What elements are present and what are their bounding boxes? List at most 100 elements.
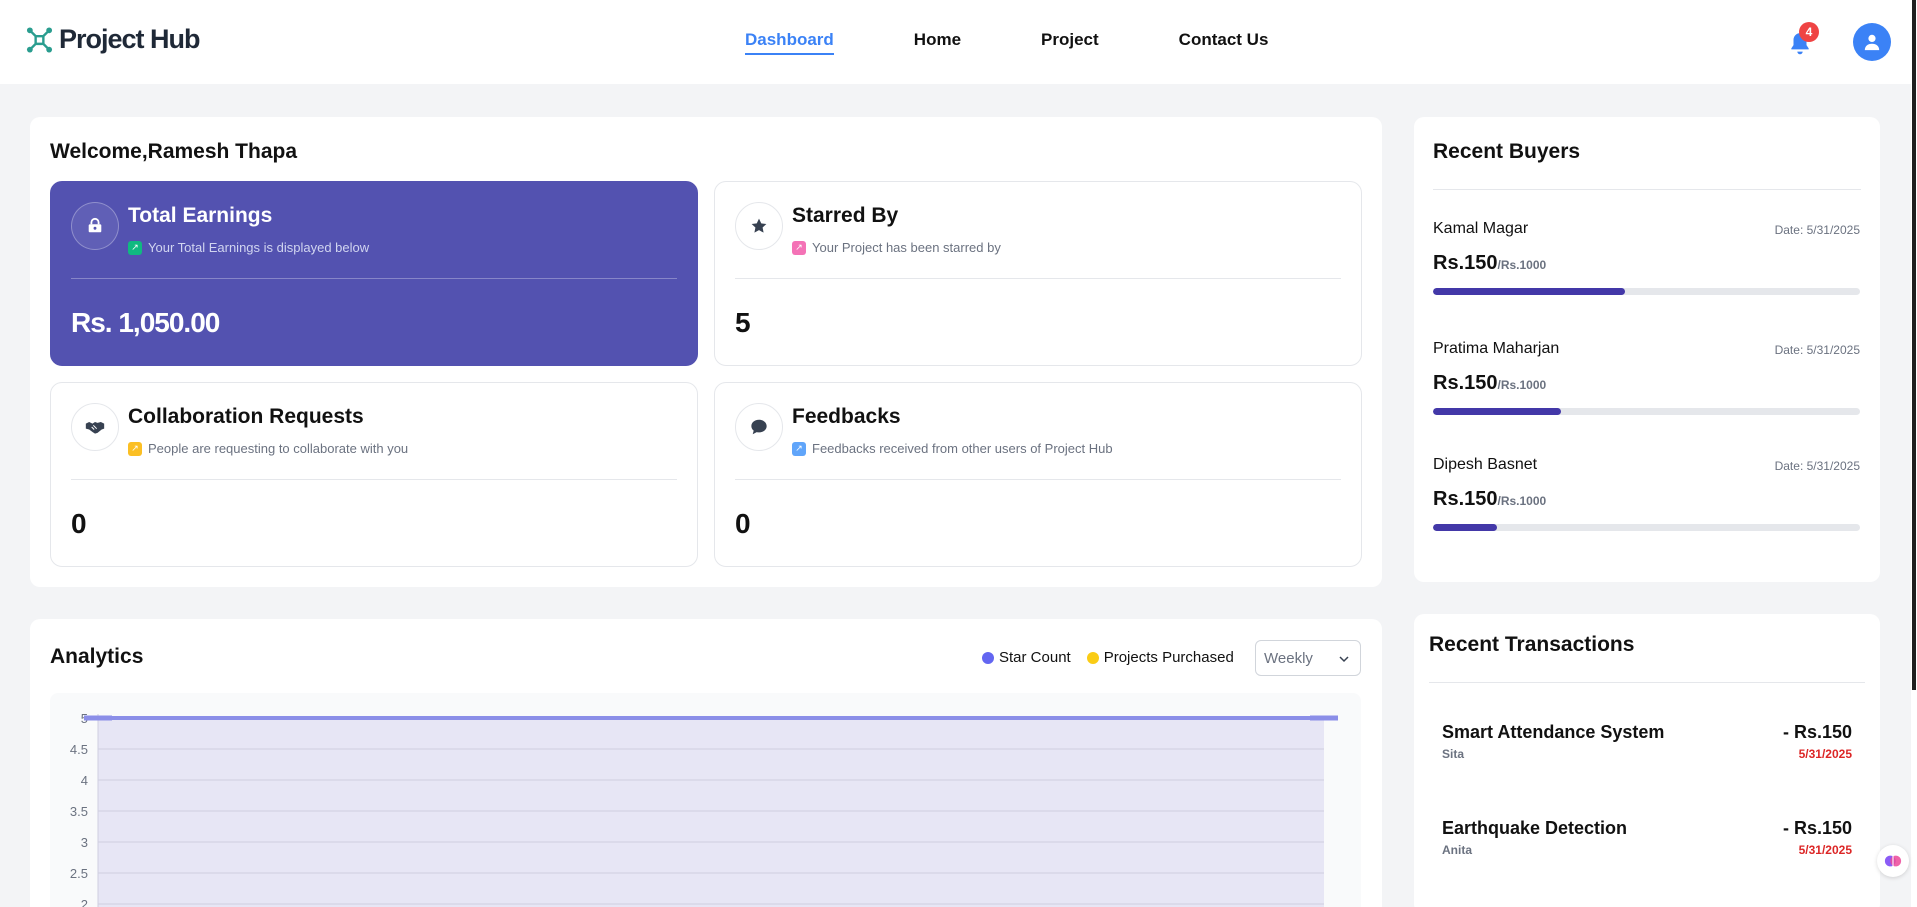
- notification-badge: 4: [1799, 22, 1819, 42]
- y-tick-label: 3: [81, 835, 88, 850]
- recent-buyers-panel: Recent Buyers Kamal Magar Date: 5/31/202…: [1414, 117, 1880, 582]
- user-avatar[interactable]: [1853, 23, 1891, 61]
- buyer-progress-bar: [1433, 408, 1860, 415]
- card-subtitle-text: People are requesting to collaborate wit…: [148, 441, 409, 456]
- progress-fill: [1433, 524, 1498, 531]
- buyer-amount: Rs.150/Rs.1000: [1433, 252, 1546, 275]
- legend-projects-purchased[interactable]: Projects Purchased: [1086, 649, 1234, 666]
- transaction-user: Sita: [1442, 747, 1465, 761]
- star-count-area: [98, 718, 1324, 907]
- buyer-date: Date: 5/31/2025: [1774, 459, 1860, 473]
- card-subtitle: ↗ Feedbacks received from other users of…: [792, 441, 1113, 456]
- y-tick-label: 4.5: [70, 742, 88, 757]
- divider: [71, 278, 677, 279]
- card-value: Rs. 1,050.00: [71, 307, 220, 338]
- buyer-item[interactable]: Pratima Maharjan Date: 5/31/2025 Rs.150/…: [1433, 340, 1860, 420]
- recent-buyers-title: Recent Buyers: [1433, 140, 1581, 163]
- card-subtitle-text: Your Total Earnings is displayed below: [148, 240, 370, 255]
- chart-svg: 54.543.532.52: [70, 711, 1338, 907]
- analytics-panel: Analytics Star Count Projects Purchased …: [30, 619, 1382, 907]
- legend-label: Projects Purchased: [1103, 649, 1234, 666]
- buyer-amount-total: /Rs.1000: [1497, 494, 1547, 508]
- period-select-value: Weekly: [1264, 650, 1313, 667]
- starred-by-card[interactable]: Starred By ↗ Your Project has been starr…: [714, 181, 1362, 366]
- progress-fill: [1433, 408, 1562, 415]
- star-count-point[interactable]: [1310, 715, 1338, 721]
- analytics-chart: 54.543.532.52: [50, 693, 1361, 907]
- card-value: 0: [71, 508, 87, 539]
- card-value: 5: [735, 307, 751, 338]
- buyer-date: Date: 5/31/2025: [1774, 343, 1860, 357]
- analytics-title: Analytics: [50, 645, 144, 668]
- star-icon: [735, 202, 783, 250]
- app-name: Project Hub: [59, 24, 201, 54]
- transaction-amount: - Rs.150: [1782, 722, 1852, 742]
- feedbacks-card[interactable]: Feedbacks ↗ Feedbacks received from othe…: [714, 382, 1362, 567]
- network-logo-icon: [26, 26, 53, 53]
- buyer-progress-bar: [1433, 524, 1860, 531]
- card-subtitle: ↗ Your Total Earnings is displayed below: [128, 240, 369, 255]
- y-tick-label: 4: [81, 773, 88, 788]
- card-subtitle: ↗ People are requesting to collaborate w…: [128, 441, 408, 456]
- transaction-user: Anita: [1442, 843, 1472, 857]
- nav-dashboard[interactable]: Dashboard: [745, 30, 834, 55]
- period-select[interactable]: Weekly: [1255, 640, 1361, 676]
- total-earnings-card[interactable]: Total Earnings ↗ Your Total Earnings is …: [50, 181, 698, 366]
- buyer-amount-value: Rs.150: [1433, 488, 1498, 510]
- buyer-item[interactable]: Dipesh Basnet Date: 5/31/2025 Rs.150/Rs.…: [1433, 456, 1860, 536]
- trend-arrow-icon: ↗: [128, 240, 142, 255]
- card-title: Starred By: [792, 204, 899, 227]
- chevron-down-icon: [1339, 656, 1349, 663]
- buyer-amount-value: Rs.150: [1433, 372, 1498, 394]
- transaction-date: 5/31/2025: [1798, 843, 1852, 857]
- card-subtitle-text: Your Project has been starred by: [812, 240, 1001, 255]
- legend-label: Star Count: [999, 649, 1071, 666]
- logo[interactable]: Project Hub: [26, 24, 201, 55]
- assistant-brain-icon[interactable]: [1877, 845, 1909, 877]
- card-title: Total Earnings: [128, 204, 273, 227]
- card-subtitle: ↗ Your Project has been starred by: [792, 240, 1001, 255]
- buyer-name: Pratima Maharjan: [1433, 340, 1560, 357]
- scrollbar-thumb[interactable]: [1912, 0, 1916, 690]
- buyer-item[interactable]: Kamal Magar Date: 5/31/2025 Rs.150/Rs.10…: [1433, 220, 1860, 300]
- legend-star-count[interactable]: Star Count: [982, 649, 1071, 666]
- progress-fill: [1433, 288, 1626, 295]
- transaction-name: Earthquake Detection: [1442, 818, 1628, 838]
- buyer-name: Kamal Magar: [1433, 220, 1529, 237]
- earnings-icon: [71, 202, 119, 250]
- buyer-amount: Rs.150/Rs.1000: [1433, 488, 1546, 511]
- card-title: Collaboration Requests: [128, 405, 364, 428]
- nav-home[interactable]: Home: [914, 30, 961, 55]
- main-nav: Dashboard Home Project Contact Us: [745, 30, 1268, 55]
- divider: [71, 479, 677, 480]
- transaction-date: 5/31/2025: [1798, 747, 1852, 761]
- collaboration-requests-card[interactable]: Collaboration Requests ↗ People are requ…: [50, 382, 698, 567]
- legend-dot: [1086, 651, 1099, 664]
- chart-legend: Star Count Projects Purchased: [982, 649, 1250, 666]
- transaction-item[interactable]: Smart Attendance System Sita - Rs.150 5/…: [1442, 722, 1852, 768]
- divider: [735, 479, 1341, 480]
- recent-transactions-title: Recent Transactions: [1429, 633, 1635, 656]
- buyer-amount-total: /Rs.1000: [1497, 258, 1547, 272]
- card-value: 0: [735, 508, 751, 539]
- nav-project[interactable]: Project: [1041, 30, 1099, 55]
- user-icon: [1864, 34, 1880, 51]
- y-tick-label: 2.5: [70, 866, 88, 881]
- legend-dot: [982, 651, 994, 664]
- buyer-name: Dipesh Basnet: [1433, 456, 1538, 473]
- recent-transactions-panel: Recent Transactions Smart Attendance Sys…: [1414, 614, 1880, 907]
- transaction-name: Smart Attendance System: [1442, 722, 1665, 742]
- buyer-progress-bar: [1433, 288, 1860, 295]
- card-title: Feedbacks: [792, 405, 901, 428]
- y-tick-label: 3.5: [70, 804, 88, 819]
- transaction-item[interactable]: Earthquake Detection Anita - Rs.150 5/31…: [1442, 818, 1852, 864]
- welcome-panel: Welcome,Ramesh Thapa Total Earnings ↗ Yo…: [30, 117, 1382, 587]
- divider: [1433, 189, 1861, 190]
- star-count-point[interactable]: [84, 715, 112, 721]
- trend-arrow-icon: ↗: [128, 441, 142, 456]
- top-navbar: Project Hub Dashboard Home Project Conta…: [0, 0, 1917, 84]
- divider: [735, 278, 1341, 279]
- buyer-amount: Rs.150/Rs.1000: [1433, 372, 1546, 395]
- divider: [1429, 682, 1865, 683]
- nav-contact-us[interactable]: Contact Us: [1179, 30, 1269, 55]
